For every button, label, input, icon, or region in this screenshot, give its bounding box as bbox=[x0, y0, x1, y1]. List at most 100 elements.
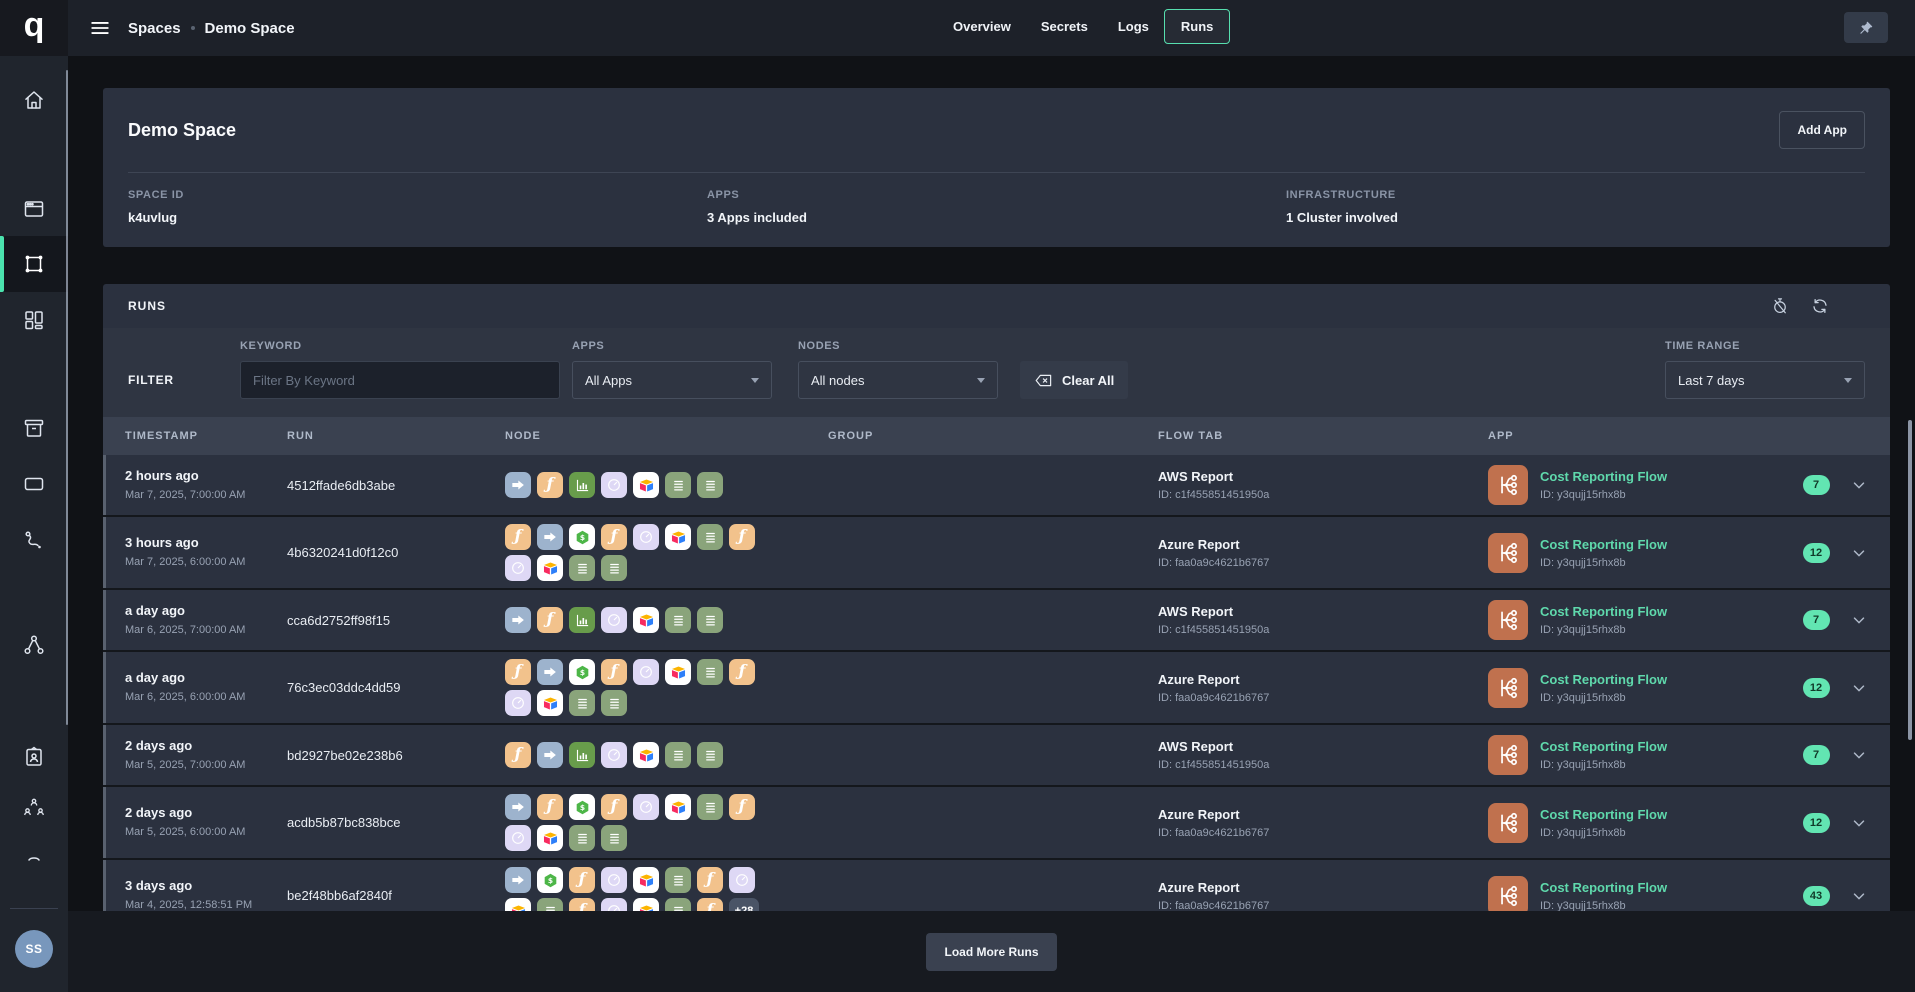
flow-app-icon bbox=[1488, 876, 1528, 916]
sidebar-item-cards[interactable] bbox=[22, 472, 46, 496]
pin-button[interactable] bbox=[1844, 12, 1888, 43]
table-row[interactable]: 2 hours agoMar 7, 2025, 7:00:00 AM4512ff… bbox=[103, 455, 1890, 515]
app-name-link[interactable]: Cost Reporting Flow bbox=[1540, 807, 1667, 822]
expand-row-button[interactable] bbox=[1844, 611, 1868, 629]
vertical-scrollbar[interactable] bbox=[1908, 420, 1912, 740]
sidebar-item-apps[interactable] bbox=[22, 197, 46, 221]
auto-refresh-off-button[interactable] bbox=[1770, 296, 1790, 316]
breadcrumb-spaces-link[interactable]: Spaces bbox=[128, 20, 181, 37]
table-row[interactable]: a day agoMar 6, 2025, 6:00:00 AM76c3ec03… bbox=[103, 652, 1890, 723]
refresh-button[interactable] bbox=[1810, 296, 1830, 316]
runs-table-body: 2 hours agoMar 7, 2025, 7:00:00 AM4512ff… bbox=[103, 455, 1890, 931]
sidebar-item-integrations[interactable] bbox=[22, 633, 46, 657]
expand-row-button[interactable] bbox=[1844, 814, 1868, 832]
time-range-dropdown[interactable]: Last 7 days bbox=[1665, 361, 1865, 399]
run-node-icons: ƒ bbox=[505, 607, 763, 633]
chevron-down-icon bbox=[751, 378, 759, 383]
main-content: Demo Space Add App SPACE ID k4uvlug APPS… bbox=[68, 0, 1915, 931]
airtable-node-icon bbox=[633, 607, 659, 633]
stat-value: 1 Cluster involved bbox=[1286, 210, 1865, 225]
node-count-badge: 12 bbox=[1803, 813, 1830, 833]
hamburger-menu-button[interactable] bbox=[88, 16, 112, 40]
sidebar-item-profile[interactable] bbox=[22, 745, 46, 769]
share-nodes-icon bbox=[22, 633, 46, 657]
app-name-link[interactable]: Cost Reporting Flow bbox=[1540, 880, 1667, 895]
tab-secrets[interactable]: Secrets bbox=[1026, 9, 1103, 44]
function-node-icon: ƒ bbox=[505, 659, 531, 685]
run-app: Cost Reporting FlowID: y3qujj15rhx8b bbox=[1488, 600, 1788, 640]
run-app: Cost Reporting FlowID: y3qujj15rhx8b bbox=[1488, 465, 1788, 505]
app-name-link[interactable]: Cost Reporting Flow bbox=[1540, 739, 1667, 754]
column-app: APP bbox=[1488, 430, 1788, 442]
app-name-link[interactable]: Cost Reporting Flow bbox=[1540, 469, 1667, 484]
table-row[interactable]: 2 days agoMar 5, 2025, 6:00:00 AMacdb5b8… bbox=[103, 787, 1890, 858]
hamburger-icon bbox=[89, 17, 111, 39]
chevron-down-icon bbox=[1850, 544, 1868, 562]
stat-label: APPS bbox=[707, 189, 1286, 201]
app-logo[interactable]: q bbox=[0, 0, 68, 56]
keyword-search-input[interactable] bbox=[240, 361, 560, 399]
app-name-link[interactable]: Cost Reporting Flow bbox=[1540, 604, 1667, 619]
sidebar-item-archive[interactable] bbox=[22, 416, 46, 440]
expand-row-button[interactable] bbox=[1844, 544, 1868, 562]
apps-dropdown[interactable]: All Apps bbox=[572, 361, 772, 399]
timer-node-icon bbox=[633, 524, 659, 550]
airtable-node-icon bbox=[665, 794, 691, 820]
breadcrumb-separator bbox=[191, 26, 195, 30]
expand-row-button[interactable] bbox=[1844, 679, 1868, 697]
tab-overview[interactable]: Overview bbox=[938, 9, 1026, 44]
table-row[interactable]: 2 days agoMar 5, 2025, 7:00:00 AMbd2927b… bbox=[103, 725, 1890, 785]
sidebar-item-partial[interactable] bbox=[22, 849, 46, 859]
table-row[interactable]: 3 hours agoMar 7, 2025, 6:00:00 AM4b6320… bbox=[103, 517, 1890, 588]
run-flow-tab: AWS ReportID: c1f455851451950a bbox=[1158, 604, 1488, 636]
sidebar-item-spaces[interactable] bbox=[22, 252, 46, 276]
list-node-icon bbox=[665, 867, 691, 893]
time-range-value: Last 7 days bbox=[1678, 373, 1745, 388]
id-badge-icon bbox=[22, 745, 46, 769]
app-name-link[interactable]: Cost Reporting Flow bbox=[1540, 537, 1667, 552]
run-timestamp: 3 days agoMar 4, 2025, 12:58:51 PM bbox=[125, 878, 287, 913]
expand-row-button[interactable] bbox=[1844, 887, 1868, 905]
sidebar-item-home[interactable] bbox=[22, 88, 46, 112]
function-node-icon: ƒ bbox=[601, 794, 627, 820]
expand-row-button[interactable] bbox=[1844, 476, 1868, 494]
run-id: acdb5b87bc838bce bbox=[287, 815, 505, 830]
svg-text:$: $ bbox=[547, 876, 552, 885]
function-node-icon: ƒ bbox=[601, 659, 627, 685]
tab-runs[interactable]: Runs bbox=[1164, 9, 1231, 44]
load-more-runs-button[interactable]: Load More Runs bbox=[926, 933, 1056, 971]
browser-window-icon bbox=[22, 197, 46, 221]
chevron-down-icon bbox=[1850, 746, 1868, 764]
timer-node-icon bbox=[601, 867, 627, 893]
clear-all-button[interactable]: Clear All bbox=[1020, 361, 1128, 399]
list-node-icon bbox=[665, 472, 691, 498]
time-range-label: TIME RANGE bbox=[1665, 340, 1865, 352]
expand-row-button[interactable] bbox=[1844, 746, 1868, 764]
pin-icon bbox=[1858, 20, 1874, 36]
user-avatar[interactable]: SS bbox=[15, 930, 53, 968]
function-node-icon: ƒ bbox=[569, 867, 595, 893]
column-group: GROUP bbox=[828, 430, 1158, 442]
nodes-dropdown[interactable]: All nodes bbox=[798, 361, 998, 399]
sidebar-item-boards[interactable] bbox=[22, 308, 46, 332]
function-node-icon: ƒ bbox=[537, 794, 563, 820]
add-app-button[interactable]: Add App bbox=[1779, 111, 1865, 149]
refresh-icon bbox=[1811, 297, 1829, 315]
table-row[interactable]: a day agoMar 6, 2025, 7:00:00 AMcca6d275… bbox=[103, 590, 1890, 650]
sidebar-item-flows[interactable] bbox=[22, 528, 46, 552]
sidebar-item-team[interactable] bbox=[22, 796, 46, 820]
column-timestamp: TIMESTAMP bbox=[125, 430, 287, 442]
airtable-node-icon bbox=[633, 742, 659, 768]
run-node-icons: ƒ$ƒƒ bbox=[505, 524, 763, 581]
run-app: Cost Reporting FlowID: y3qujj15rhx8b bbox=[1488, 533, 1788, 573]
list-node-icon bbox=[697, 607, 723, 633]
function-node-icon: ƒ bbox=[505, 742, 531, 768]
svg-text:$: $ bbox=[579, 533, 584, 542]
app-name-link[interactable]: Cost Reporting Flow bbox=[1540, 672, 1667, 687]
sidebar-scrollbar[interactable] bbox=[66, 70, 68, 725]
dollar-node-icon: $ bbox=[537, 867, 563, 893]
timer-node-icon bbox=[505, 825, 531, 851]
app-id: ID: y3qujj15rhx8b bbox=[1540, 692, 1667, 704]
node-count-badge: 43 bbox=[1803, 886, 1830, 906]
tab-logs[interactable]: Logs bbox=[1103, 9, 1164, 44]
